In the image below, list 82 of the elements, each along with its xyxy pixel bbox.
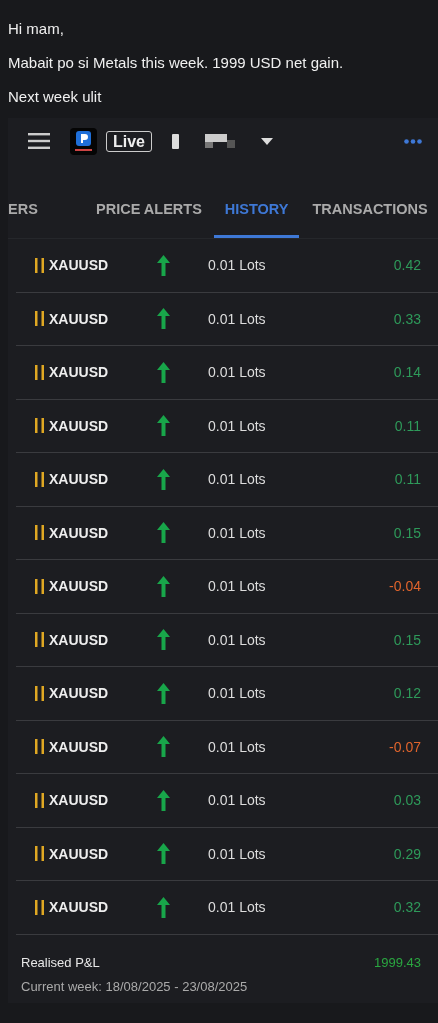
bar-icon [172,133,179,149]
symbol-text: XAUUSD [49,899,110,916]
symbol-text: XAUUSD [49,364,110,381]
pause-icon [35,418,44,434]
tab[interactable]: TRANSACTIONS [312,201,428,238]
up-arrow-icon [157,361,170,383]
pause-icon [35,899,44,915]
symbol-text: XAUUSD [49,578,110,595]
pause-icon [35,846,44,862]
pnl-value: -0.04 [389,578,421,595]
symbol-text: XAUUSD [49,524,110,541]
menu-icon[interactable] [28,133,50,149]
tab[interactable]: PRICE ALERTS [96,201,202,238]
pause-icon [35,257,44,273]
pause-icon [35,685,44,701]
lots-text: 0.01 Lots [208,310,267,327]
pnl-value: 0.15 [393,631,421,648]
symbol-text: XAUUSD [49,257,110,274]
summary-value: 1999.43 [374,954,421,970]
period-text: Current week: 18/08/2025 - 23/08/2025 [21,978,249,994]
pnl-value: 0.33 [393,310,421,327]
pnl-value: 0.03 [393,792,421,809]
symbol-text: XAUUSD [49,631,110,648]
caret-icon[interactable] [261,137,273,145]
up-arrow-icon [157,254,170,276]
message-text: Mabait po si Metals this week. 1999 USD net gain. [8,54,345,72]
lots-text: 0.01 Lots [208,899,267,916]
lots-text: 0.01 Lots [208,738,267,755]
up-arrow-icon [157,843,170,865]
up-arrow-icon [157,789,170,811]
pause-icon [35,525,44,541]
symbol-text: XAUUSD [49,685,110,702]
pause-icon [35,578,44,594]
tab[interactable]: HISTORY [213,201,300,238]
symbol-text: XAUUSD [49,792,110,809]
up-arrow-icon [157,736,170,758]
lots-text: 0.01 Lots [208,631,267,648]
lots-text: 0.01 Lots [208,524,267,541]
up-arrow-icon [157,682,170,704]
lots-text: 0.01 Lots [208,792,267,809]
pause-icon [35,364,44,380]
up-arrow-icon [157,896,170,918]
up-arrow-icon [157,575,170,597]
lots-text: 0.01 Lots [208,257,267,274]
lots-text: 0.01 Lots [208,845,267,862]
lots-text: 0.01 Lots [208,471,267,488]
up-arrow-icon [157,468,170,490]
up-arrow-icon [157,308,170,330]
symbol-text: XAUUSD [49,845,110,862]
pause-icon [35,471,44,487]
pause-icon [35,632,44,648]
lots-text: 0.01 Lots [208,578,267,595]
message-text: Hi mam, [8,20,65,38]
tab[interactable]: ERS [8,201,74,238]
pixelated-block [205,134,235,148]
symbol-text: XAUUSD [49,471,110,488]
pause-icon [35,792,44,808]
pnl-value: -0.07 [389,738,421,755]
up-arrow-icon [157,415,170,437]
pnl-value: 0.11 [394,471,421,488]
lots-text: 0.01 Lots [208,685,267,702]
pnl-value: 0.14 [393,364,421,381]
pnl-value: 0.11 [394,417,421,434]
pnl-value: 0.32 [393,899,421,916]
summary-label: Realised P&L [21,954,100,970]
pnl-value: 0.12 [393,685,421,702]
pnl-value: 0.29 [393,845,421,862]
account-badge: Live [106,130,152,152]
pause-icon [35,311,44,327]
up-arrow-icon [157,629,170,651]
symbol-text: XAUUSD [49,310,110,327]
logo-icon [70,127,97,155]
pnl-value: 0.15 [393,524,421,541]
symbol-text: XAUUSD [49,738,110,755]
message-text: Next week ulit [8,88,103,106]
lots-text: 0.01 Lots [208,417,267,434]
up-arrow-icon [157,522,170,544]
pnl-value: 0.42 [393,257,421,274]
lots-text: 0.01 Lots [208,364,267,381]
symbol-text: XAUUSD [49,417,110,434]
pause-icon [35,739,44,755]
more-icon[interactable] [404,138,422,144]
